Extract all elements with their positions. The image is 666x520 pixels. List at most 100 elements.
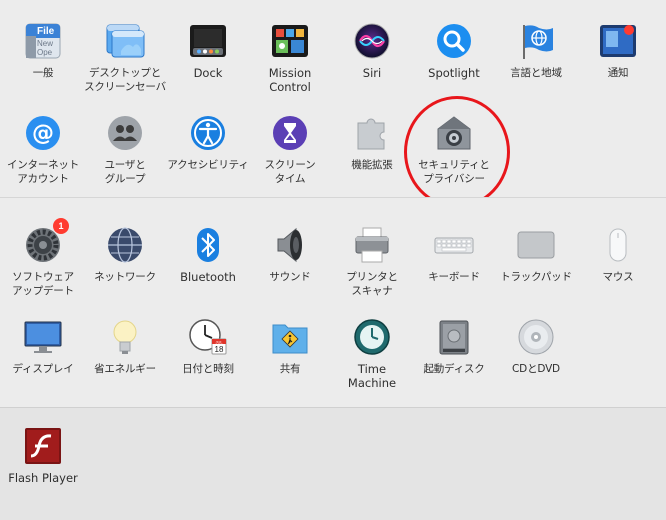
pane-sound-label: サウンド [269,271,311,283]
users-icon [105,113,145,153]
pane-keyboard-label: キーボード [428,271,480,283]
pane-notifications[interactable]: 通知 [576,21,660,80]
pane-network[interactable]: ネットワーク [83,225,167,284]
svg-text:Ope: Ope [37,48,53,57]
pane-users-groups[interactable]: ユーザと グループ [83,113,167,186]
pane-extensions[interactable]: 機能拡張 [330,113,414,172]
sharing-folder-icon [270,317,310,357]
clock-calendar-icon: JUL 18 [188,317,228,357]
pane-date-time-label: 日付と時刻 [182,363,234,375]
pane-printers-scanners[interactable]: プリンタと スキャナ [330,225,414,298]
pane-accessibility-label: アクセシビリティ [167,159,249,171]
pane-cd-dvd[interactable]: CDとDVD [494,317,578,376]
pane-flash-player[interactable]: Flash Player [1,426,85,485]
pane-trackpad[interactable]: トラックパッド [494,225,578,284]
pane-language-region[interactable]: 言語と地域 [494,21,578,80]
pane-users-groups-label: ユーザと グループ [104,159,146,185]
hardware-prefs-section: 1 ソフトウェア アップデート ネットワーク Bluetooth サウンド プリ… [0,197,666,408]
accessibility-icon [188,113,228,153]
trackpad-icon [516,225,556,265]
pane-flash-player-label: Flash Player [8,471,78,485]
pane-security-privacy-label: セキュリティと プライバシー [418,159,490,185]
hard-disk-icon [434,317,474,357]
personal-prefs-section: File New Ope 一般 デスクトップと スクリーンセーバ Dock Mi… [0,0,666,197]
pane-accessibility[interactable]: アクセシビリティ [166,113,250,172]
pane-language-region-label: 言語と地域 [510,67,562,79]
pane-time-machine[interactable]: Time Machine [330,317,414,390]
pane-bluetooth-label: Bluetooth [180,270,236,284]
pane-mission-control[interactable]: Mission Control [248,21,332,94]
spotlight-icon [434,21,474,61]
update-badge: 1 [53,218,69,234]
pane-startup-disk[interactable]: 起動ディスク [412,317,496,376]
pane-displays-label: ディスプレイ [12,363,74,375]
pane-energy-saver-label: 省エネルギー [94,363,156,375]
pane-sound[interactable]: サウンド [248,225,332,284]
pane-screen-time[interactable]: スクリーン タイム [248,113,332,186]
pane-dock-label: Dock [193,66,223,80]
at-sign-icon: @ [23,113,63,153]
pane-trackpad-label: トラックパッド [500,271,572,283]
puzzle-piece-icon [352,113,392,153]
pane-mouse-label: マウス [602,271,634,283]
pane-network-label: ネットワーク [94,271,156,283]
pane-screen-time-label: スクリーン タイム [264,159,316,185]
network-globe-icon [105,225,145,265]
printer-icon [352,225,392,265]
pane-desktop-screensaver-label: デスクトップと スクリーンセーバ [84,67,166,93]
pane-startup-disk-label: 起動ディスク [423,363,485,375]
pane-dock[interactable]: Dock [166,21,250,80]
pane-energy-saver[interactable]: 省エネルギー [83,317,167,376]
pane-internet-accounts-label: インターネット アカウント [6,159,80,185]
pane-mouse[interactable]: マウス [576,225,660,284]
pane-general[interactable]: File New Ope 一般 [1,21,85,80]
pane-software-update-label: ソフトウェア アップデート [12,271,74,297]
pane-bluetooth[interactable]: Bluetooth [166,225,250,284]
house-lock-icon [434,113,474,153]
cd-disc-icon [516,317,556,357]
gear-icon: 1 [23,218,69,265]
pane-printers-scanners-label: プリンタと スキャナ [346,271,398,297]
pane-date-time[interactable]: JUL 18 日付と時刻 [166,317,250,376]
time-machine-icon [352,317,392,357]
svg-text:18: 18 [215,345,224,354]
pane-general-label: 一般 [32,67,54,79]
hourglass-icon [270,113,310,153]
speaker-icon [270,225,310,265]
pane-security-privacy[interactable]: セキュリティと プライバシー [412,113,496,186]
siri-icon [352,21,392,61]
pane-notifications-label: 通知 [607,67,629,79]
pane-internet-accounts[interactable]: @ インターネット アカウント [1,113,85,186]
pane-displays[interactable]: ディスプレイ [1,317,85,376]
mouse-icon [598,225,638,265]
svg-text:@: @ [32,121,54,146]
pane-keyboard[interactable]: キーボード [412,225,496,284]
flash-player-icon [23,426,63,466]
svg-text:JUL: JUL [215,339,223,344]
pane-desktop-screensaver[interactable]: デスクトップと スクリーンセーバ [83,21,167,94]
mission-control-icon [270,21,310,61]
pane-time-machine-label: Time Machine [347,362,397,390]
pane-siri-label: Siri [362,66,382,80]
desktop-screensaver-icon [105,21,145,61]
pane-extensions-label: 機能拡張 [351,159,393,171]
other-prefs-section: Flash Player [0,407,666,520]
lightbulb-icon [105,317,145,357]
pane-software-update[interactable]: 1 ソフトウェア アップデート [1,218,85,298]
svg-text:New: New [37,39,53,48]
keyboard-icon [434,225,474,265]
pane-cd-dvd-label: CDとDVD [512,363,560,375]
pane-spotlight[interactable]: Spotlight [412,21,496,80]
pane-mission-control-label: Mission Control [268,66,312,94]
flag-globe-icon [516,21,556,61]
svg-text:File: File [37,26,55,37]
pane-spotlight-label: Spotlight [428,66,480,80]
dock-icon [188,21,228,61]
pane-siri[interactable]: Siri [330,21,414,80]
general-icon: File New Ope [23,21,63,61]
pane-sharing[interactable]: 共有 [248,317,332,376]
pane-sharing-label: 共有 [279,363,301,375]
bluetooth-icon [188,225,228,265]
display-icon [23,317,63,357]
notifications-icon [598,21,638,61]
